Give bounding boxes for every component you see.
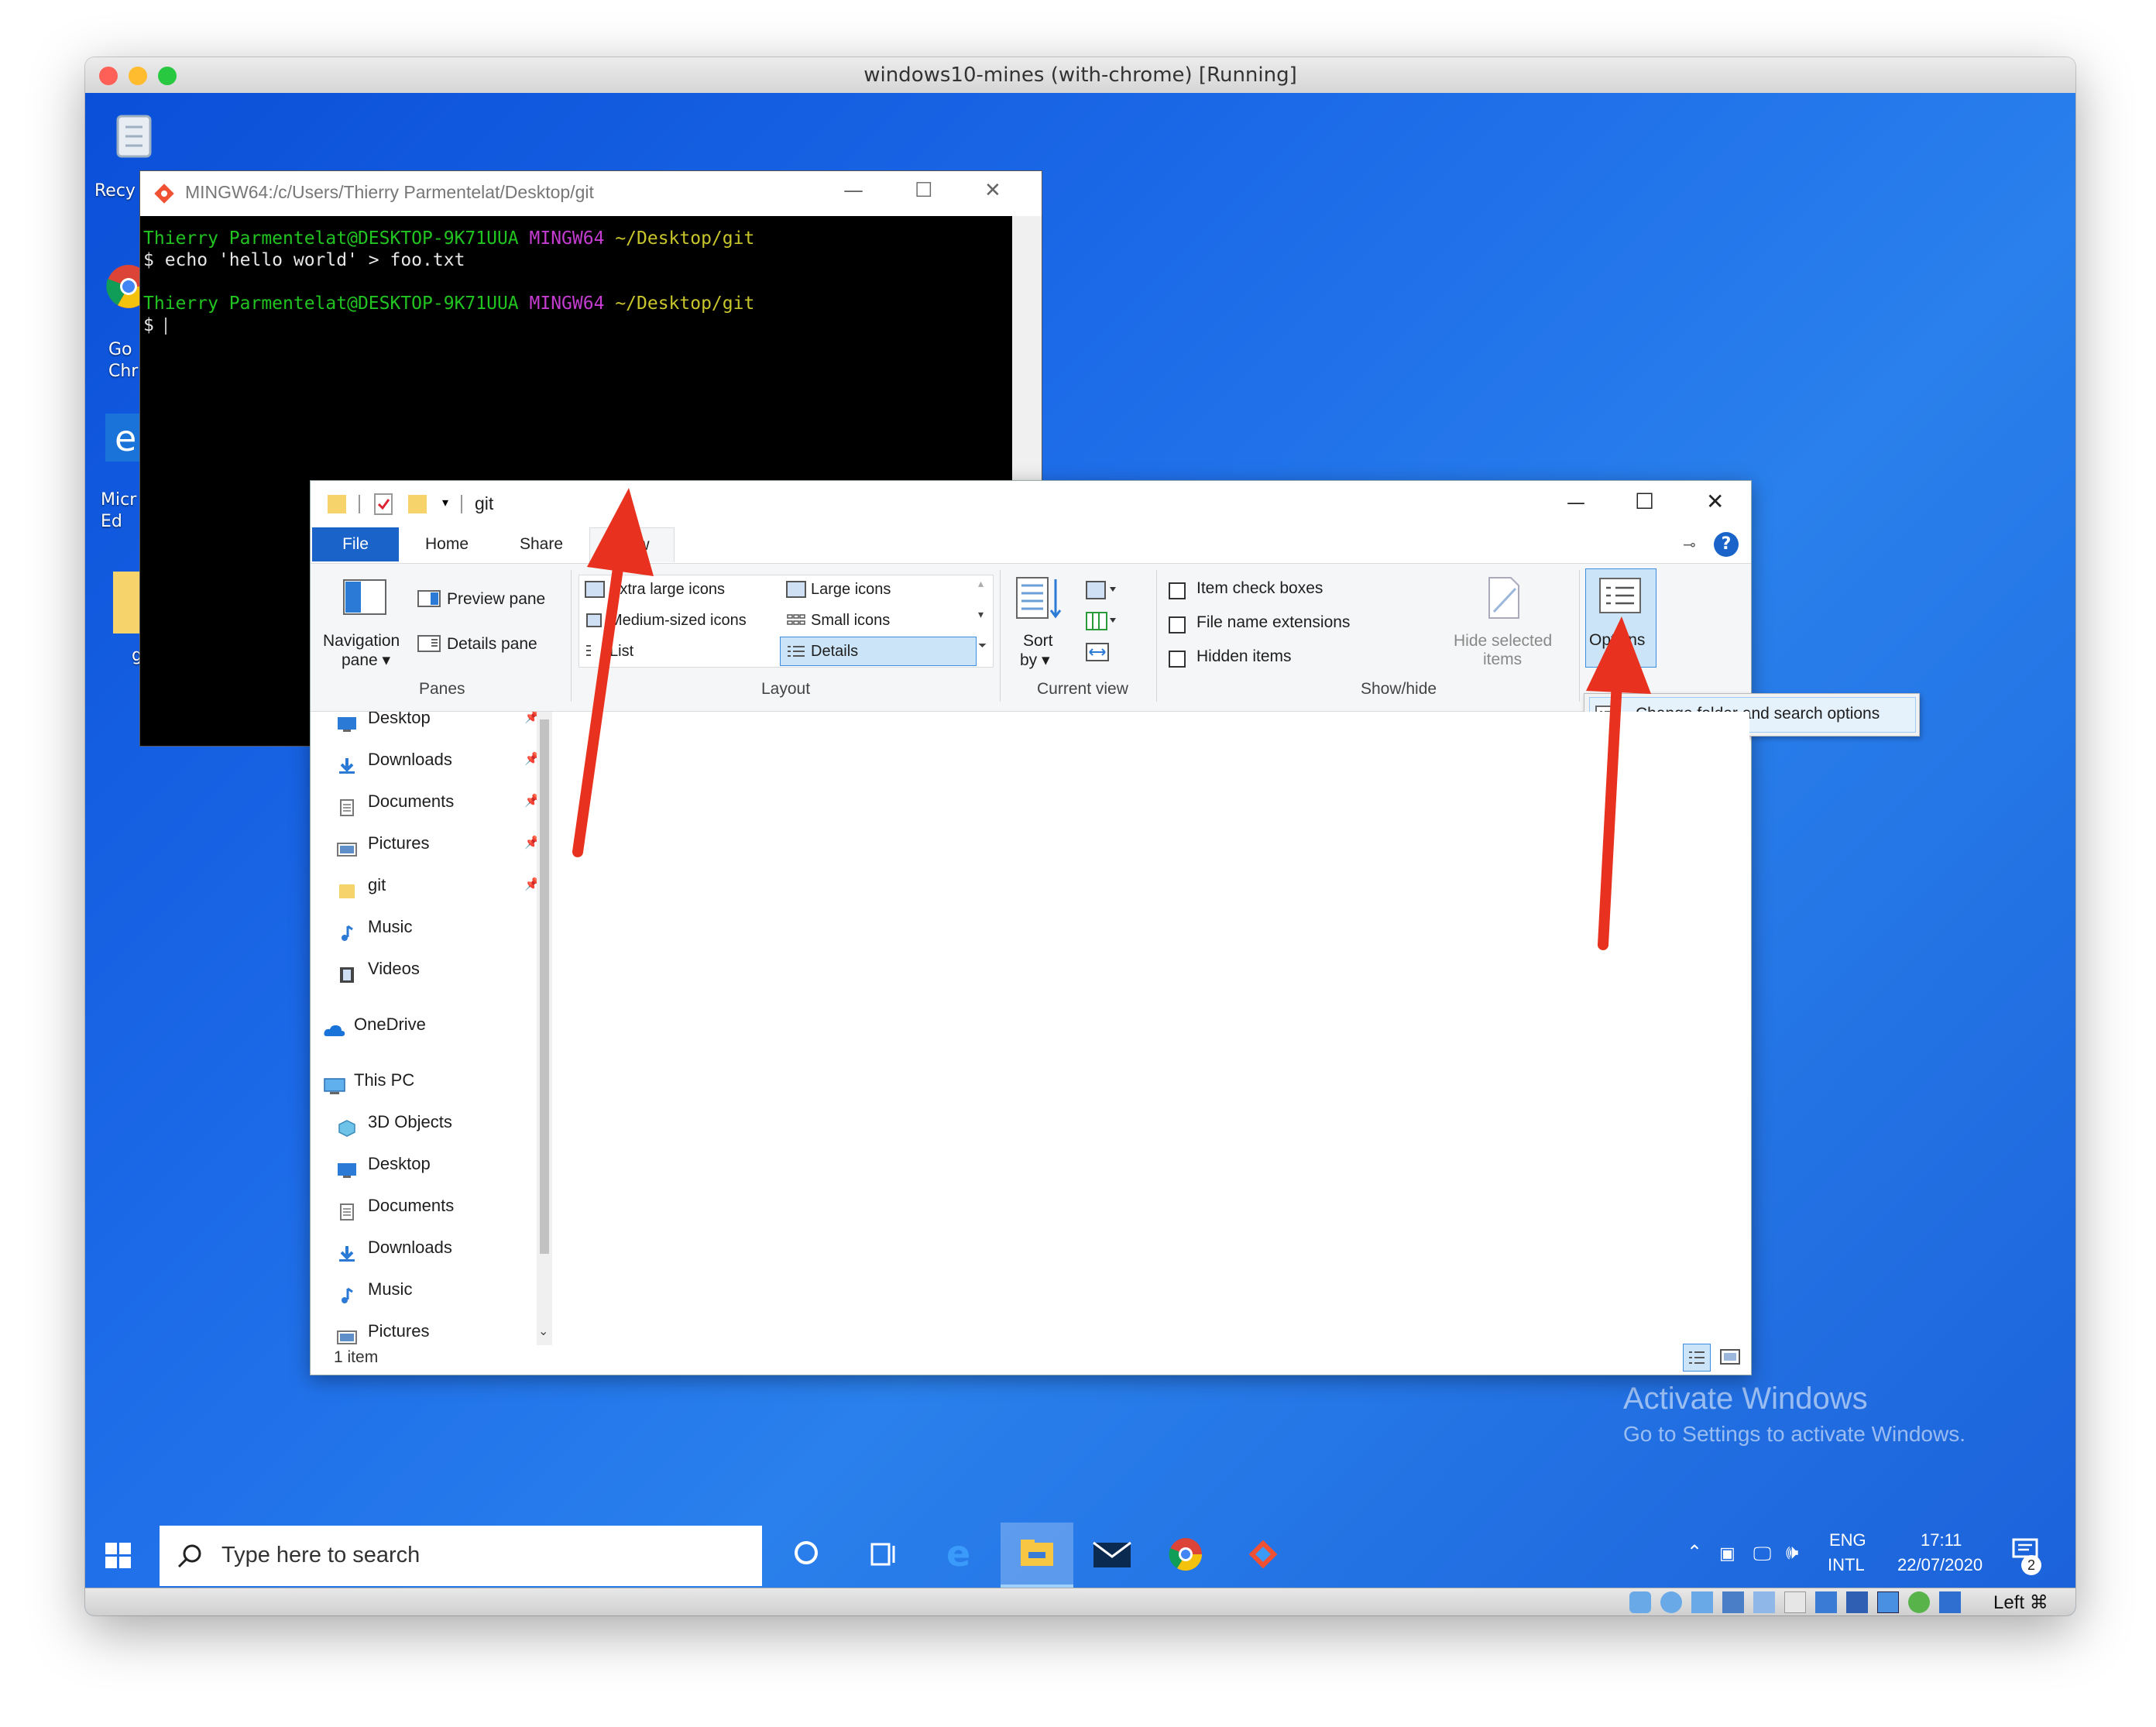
edge-taskbar-icon[interactable]: e	[943, 1533, 977, 1574]
network-icon[interactable]: 🖵	[1753, 1543, 1771, 1564]
git-bash-taskbar-icon[interactable]	[1245, 1536, 1281, 1575]
annotation-arrows	[572, 488, 1651, 950]
folder-icon	[1019, 1538, 1055, 1572]
keyboard-capture-icon[interactable]	[1939, 1591, 1961, 1613]
vm-title: windows10-mines (with-chrome) [Running]	[863, 64, 1297, 87]
usb-icon[interactable]	[1753, 1591, 1775, 1613]
notification-count-badge: 2	[2021, 1555, 2041, 1575]
optical-drive-icon[interactable]	[1660, 1591, 1682, 1613]
search-icon	[177, 1543, 203, 1572]
windows-start-icon[interactable]	[105, 1543, 132, 1572]
search-placeholder: Type here to search	[221, 1543, 421, 1567]
arrow-to-options-menu	[1586, 616, 1651, 950]
vm-title-bar[interactable]: windows10-mines (with-chrome) [Running]	[85, 57, 2075, 94]
mail-taskbar-icon[interactable]	[1092, 1538, 1132, 1572]
task-view-icon[interactable]	[867, 1541, 898, 1571]
guest-additions-icon[interactable]	[1908, 1591, 1930, 1613]
taskbar-search-box[interactable]: Type here to search	[160, 1526, 762, 1586]
clock-date[interactable]: 22/07/2020	[1897, 1555, 1983, 1575]
vm-window: windows10-mines (with-chrome) [Running] …	[85, 57, 2075, 1615]
display-icon[interactable]	[1815, 1591, 1837, 1613]
hard-disk-icon[interactable]	[1629, 1591, 1651, 1613]
language-indicator[interactable]: ENG	[1829, 1530, 1866, 1550]
host-key-label: Left ⌘	[1993, 1592, 2048, 1613]
virtualbox-device-icons	[1629, 1591, 1961, 1613]
show-hidden-icons-chevron-icon[interactable]: ⌃	[1687, 1541, 1702, 1563]
cortana-icon[interactable]	[795, 1541, 818, 1564]
chrome-taskbar-icon[interactable]	[1168, 1536, 1203, 1575]
file-explorer-taskbar-button[interactable]	[1001, 1523, 1073, 1588]
shared-folders-icon[interactable]	[1784, 1591, 1806, 1613]
taskbar: Type here to search e ⌃ ▣ 🖵 🕪 ENG INTL 1…	[85, 1523, 2075, 1589]
virtualbox-tray-icon[interactable]: ▣	[1719, 1544, 1735, 1564]
virtualization-icon[interactable]	[1877, 1591, 1899, 1613]
windows-desktop: Recy Go Chr e Micr Ed g Activate Windows…	[85, 93, 2075, 1615]
video-capture-icon[interactable]	[1846, 1591, 1868, 1613]
svg-text:e: e	[946, 1536, 970, 1571]
audio-icon[interactable]	[1691, 1591, 1713, 1613]
arrow-to-view-tab	[572, 488, 654, 857]
keyboard-layout-indicator[interactable]: INTL	[1828, 1555, 1865, 1575]
clock-time[interactable]: 17:11	[1921, 1530, 1962, 1550]
volume-icon[interactable]: 🕪	[1786, 1541, 1798, 1565]
network-adapter-icon[interactable]	[1722, 1591, 1744, 1613]
virtualbox-status-bar: Left ⌘	[85, 1588, 2075, 1615]
